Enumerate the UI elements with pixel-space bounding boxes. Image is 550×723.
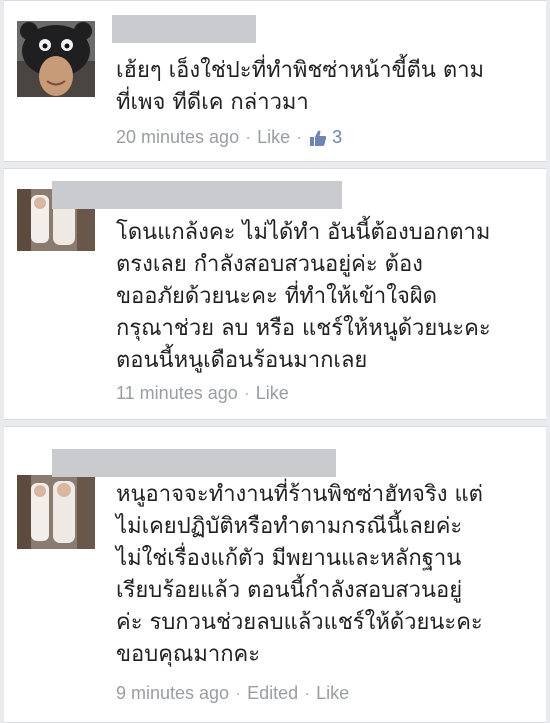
- edited-link[interactable]: Edited: [247, 683, 298, 704]
- comment-feed: เฮ้ยๆ เอ็งใช่ปะที่ทำพิชซ่าหน้าขี้ตีน ตาม…: [0, 0, 550, 723]
- avatar[interactable]: [17, 475, 95, 549]
- comment-item: หนูอาจจะทำงานที่ร้านพิชซ่าฮัทจริง แต่ ไม…: [4, 426, 546, 723]
- thumbs-up-icon: [310, 130, 327, 146]
- timestamp[interactable]: 9 minutes ago: [116, 683, 229, 704]
- comment-text: หนูอาจจะทำงานที่ร้านพิชซ่าฮัทจริง แต่ ไม…: [116, 482, 483, 667]
- timestamp[interactable]: 11 minutes ago: [116, 383, 238, 404]
- comment-text: เฮ้ยๆ เอ็งใช่ปะที่ทำพิชซ่าหน้าขี้ตีน ตาม…: [116, 58, 485, 115]
- like-link[interactable]: Like: [256, 383, 289, 404]
- like-count-value: 3: [332, 127, 343, 147]
- separator-dot: ·: [304, 683, 311, 703]
- redacted-name: [52, 449, 336, 477]
- comment-meta: 11 minutes ago · Like: [116, 383, 289, 404]
- separator-dot: ·: [243, 383, 250, 403]
- like-count[interactable]: 3: [308, 127, 342, 148]
- comment-item: เฮ้ยๆ เอ็งใช่ปะที่ทำพิชซ่าหน้าขี้ตีน ตาม…: [4, 0, 546, 162]
- comment-meta: 20 minutes ago · Like · 3: [116, 127, 342, 148]
- timestamp[interactable]: 20 minutes ago: [116, 127, 239, 148]
- like-link[interactable]: Like: [316, 683, 349, 704]
- avatar[interactable]: [17, 21, 95, 97]
- separator-dot: ·: [296, 127, 303, 147]
- redacted-name: [52, 181, 342, 209]
- comment-meta: 9 minutes ago · Edited · Like: [116, 683, 349, 704]
- separator-dot: ·: [235, 683, 242, 703]
- separator-dot: ·: [245, 127, 252, 147]
- comment-text: โดนแกล้งคะ ไม่ได้ทำ อันนี้ต้องบอกตาม ตรง…: [116, 220, 491, 373]
- comment-item: โดนแกล้งคะ ไม่ได้ทำ อันนี้ต้องบอกตาม ตรง…: [4, 168, 546, 420]
- like-link[interactable]: Like: [257, 127, 290, 148]
- redacted-name: [112, 15, 256, 43]
